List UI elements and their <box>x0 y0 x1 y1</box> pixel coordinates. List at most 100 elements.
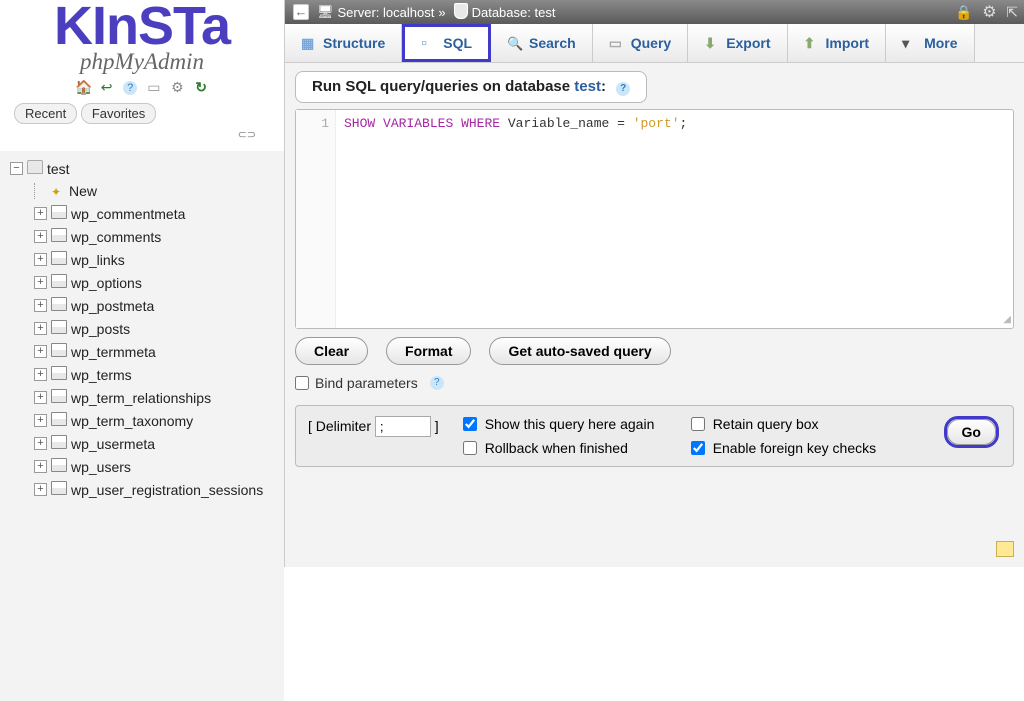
table-icon <box>51 435 71 452</box>
tree-table-node[interactable]: + wp_term_relationships <box>10 386 284 409</box>
lock-icon[interactable] <box>955 5 972 20</box>
collapse-icon[interactable]: ⊂⊃ <box>0 124 284 145</box>
recent-button[interactable]: Recent <box>14 103 77 124</box>
show-again-checkbox[interactable] <box>463 417 477 431</box>
tree-table-node[interactable]: +wp_term_taxonomy <box>10 409 284 432</box>
bind-params-row: Bind parameters ? <box>295 375 1014 391</box>
reload-icon[interactable] <box>193 79 209 95</box>
expand-box-icon[interactable]: + <box>34 253 47 266</box>
tree-table-node[interactable]: + wp_posts <box>10 317 284 340</box>
favorites-button[interactable]: Favorites <box>81 103 156 124</box>
tab-structure-label: Structure <box>323 35 385 51</box>
tree-table-node[interactable]: +wp_postmeta <box>10 294 284 317</box>
tree-table-node[interactable]: +wp_links <box>10 248 284 271</box>
tab-query[interactable]: Query <box>593 24 688 62</box>
page-settings-icon[interactable] <box>982 5 996 20</box>
exit-fullscreen-icon[interactable] <box>1006 5 1018 20</box>
fk-checkbox[interactable] <box>691 441 705 455</box>
expand-box-icon[interactable]: + <box>34 322 47 335</box>
tree-table-node[interactable]: +wp_comments <box>10 225 284 248</box>
bind-params-checkbox[interactable] <box>295 376 309 390</box>
tab-search[interactable]: Search <box>491 24 593 62</box>
sticky-note-icon[interactable] <box>996 541 1014 557</box>
table-icon <box>51 251 71 268</box>
show-again-label: Show this query here again <box>485 416 685 432</box>
structure-icon <box>301 35 317 51</box>
tree-new-node[interactable]: New <box>10 180 284 202</box>
expand-box-icon[interactable]: + <box>34 299 47 312</box>
rollback-label: Rollback when finished <box>485 440 685 456</box>
delimiter-input[interactable] <box>375 416 431 437</box>
sql-editor[interactable]: 1 SHOW VARIABLES WHERE Variable_name = '… <box>295 109 1014 329</box>
tab-more[interactable]: More <box>886 24 974 62</box>
tree-table-node[interactable]: +wp_user_registration_sessions <box>10 478 284 501</box>
expand-box-icon[interactable]: + <box>34 437 47 450</box>
tree-table-node[interactable]: +wp_users <box>10 455 284 478</box>
tree-table-node[interactable]: +wp_termmeta <box>10 340 284 363</box>
code-kw: VARIABLES <box>383 116 453 131</box>
tree-table-node[interactable]: +wp_options <box>10 271 284 294</box>
delimiter-group: [ Delimiter ] <box>308 416 439 437</box>
autosaved-button[interactable]: Get auto-saved query <box>489 337 670 365</box>
clear-button[interactable]: Clear <box>295 337 368 365</box>
expand-box-icon[interactable]: + <box>34 345 47 358</box>
table-icon <box>51 366 71 383</box>
expand-box-icon[interactable]: + <box>34 391 47 404</box>
footer-checks: Show this query here again Retain query … <box>463 416 913 456</box>
expand-box-icon[interactable]: + <box>34 414 47 427</box>
tree-new-label: New <box>69 183 97 199</box>
server-name[interactable]: localhost <box>383 5 434 20</box>
table-icon <box>51 320 71 337</box>
logout-icon[interactable] <box>99 79 115 95</box>
editor-buttons: Clear Format Get auto-saved query <box>295 337 1014 365</box>
new-table-icon <box>51 183 69 199</box>
tab-sql-label: SQL <box>443 35 472 51</box>
expand-box-icon[interactable]: + <box>34 368 47 381</box>
tree-table-node[interactable]: +wp_usermeta <box>10 432 284 455</box>
resize-handle-icon[interactable]: ◢ <box>1003 314 1011 326</box>
tab-export[interactable]: Export <box>688 24 787 62</box>
tree-table-node[interactable]: +wp_terms <box>10 363 284 386</box>
table-icon <box>51 412 71 429</box>
tree-db-node[interactable]: − test <box>10 157 284 180</box>
expand-box-icon[interactable]: + <box>34 230 47 243</box>
export-icon <box>704 35 720 51</box>
back-button[interactable]: ← <box>293 4 309 20</box>
tab-structure[interactable]: Structure <box>285 24 402 62</box>
help-icon[interactable]: ? <box>616 82 630 96</box>
tab-search-label: Search <box>529 35 576 51</box>
tree-table-label: wp_posts <box>71 321 130 337</box>
retain-checkbox[interactable] <box>691 417 705 431</box>
home-icon[interactable] <box>75 79 91 95</box>
tree-table-label: wp_term_relationships <box>71 390 211 406</box>
expand-box-icon[interactable]: + <box>34 460 47 473</box>
db-name[interactable]: test <box>534 5 555 20</box>
expand-box-icon[interactable]: + <box>34 483 47 496</box>
server-icon <box>317 4 338 20</box>
rollback-checkbox[interactable] <box>463 441 477 455</box>
tree-table-node[interactable]: +wp_commentmeta <box>10 202 284 225</box>
panel-db-link[interactable]: test <box>574 78 601 95</box>
content: Run SQL query/queries on database test: … <box>285 63 1024 567</box>
sql-window-icon[interactable] <box>146 79 162 95</box>
format-button[interactable]: Format <box>386 337 471 365</box>
db-tree: − test New +wp_commentmeta+wp_comments+w… <box>0 151 284 701</box>
expand-box-icon[interactable]: + <box>34 207 47 220</box>
db-label: Database: <box>472 5 531 20</box>
help-icon[interactable]: ? <box>430 376 444 390</box>
expand-box-icon[interactable]: + <box>34 276 47 289</box>
tab-sql[interactable]: SQL <box>402 24 491 62</box>
code-string: 'port' <box>633 116 680 131</box>
settings-icon[interactable] <box>169 79 185 95</box>
recent-bar: Recent Favorites <box>14 103 284 124</box>
editor-gutter: 1 <box>296 110 336 328</box>
code-kw: WHERE <box>461 116 500 131</box>
tabbar: Structure SQL Search Query Export Import… <box>285 24 1024 63</box>
collapse-box-icon[interactable]: − <box>10 162 23 175</box>
tab-query-label: Query <box>631 35 671 51</box>
editor-code[interactable]: SHOW VARIABLES WHERE Variable_name = 'po… <box>336 110 695 328</box>
logo-brand: KInSTa <box>0 2 284 51</box>
docs-icon[interactable] <box>122 79 138 95</box>
tab-import[interactable]: Import <box>788 24 887 62</box>
go-button[interactable]: Go <box>947 419 996 445</box>
